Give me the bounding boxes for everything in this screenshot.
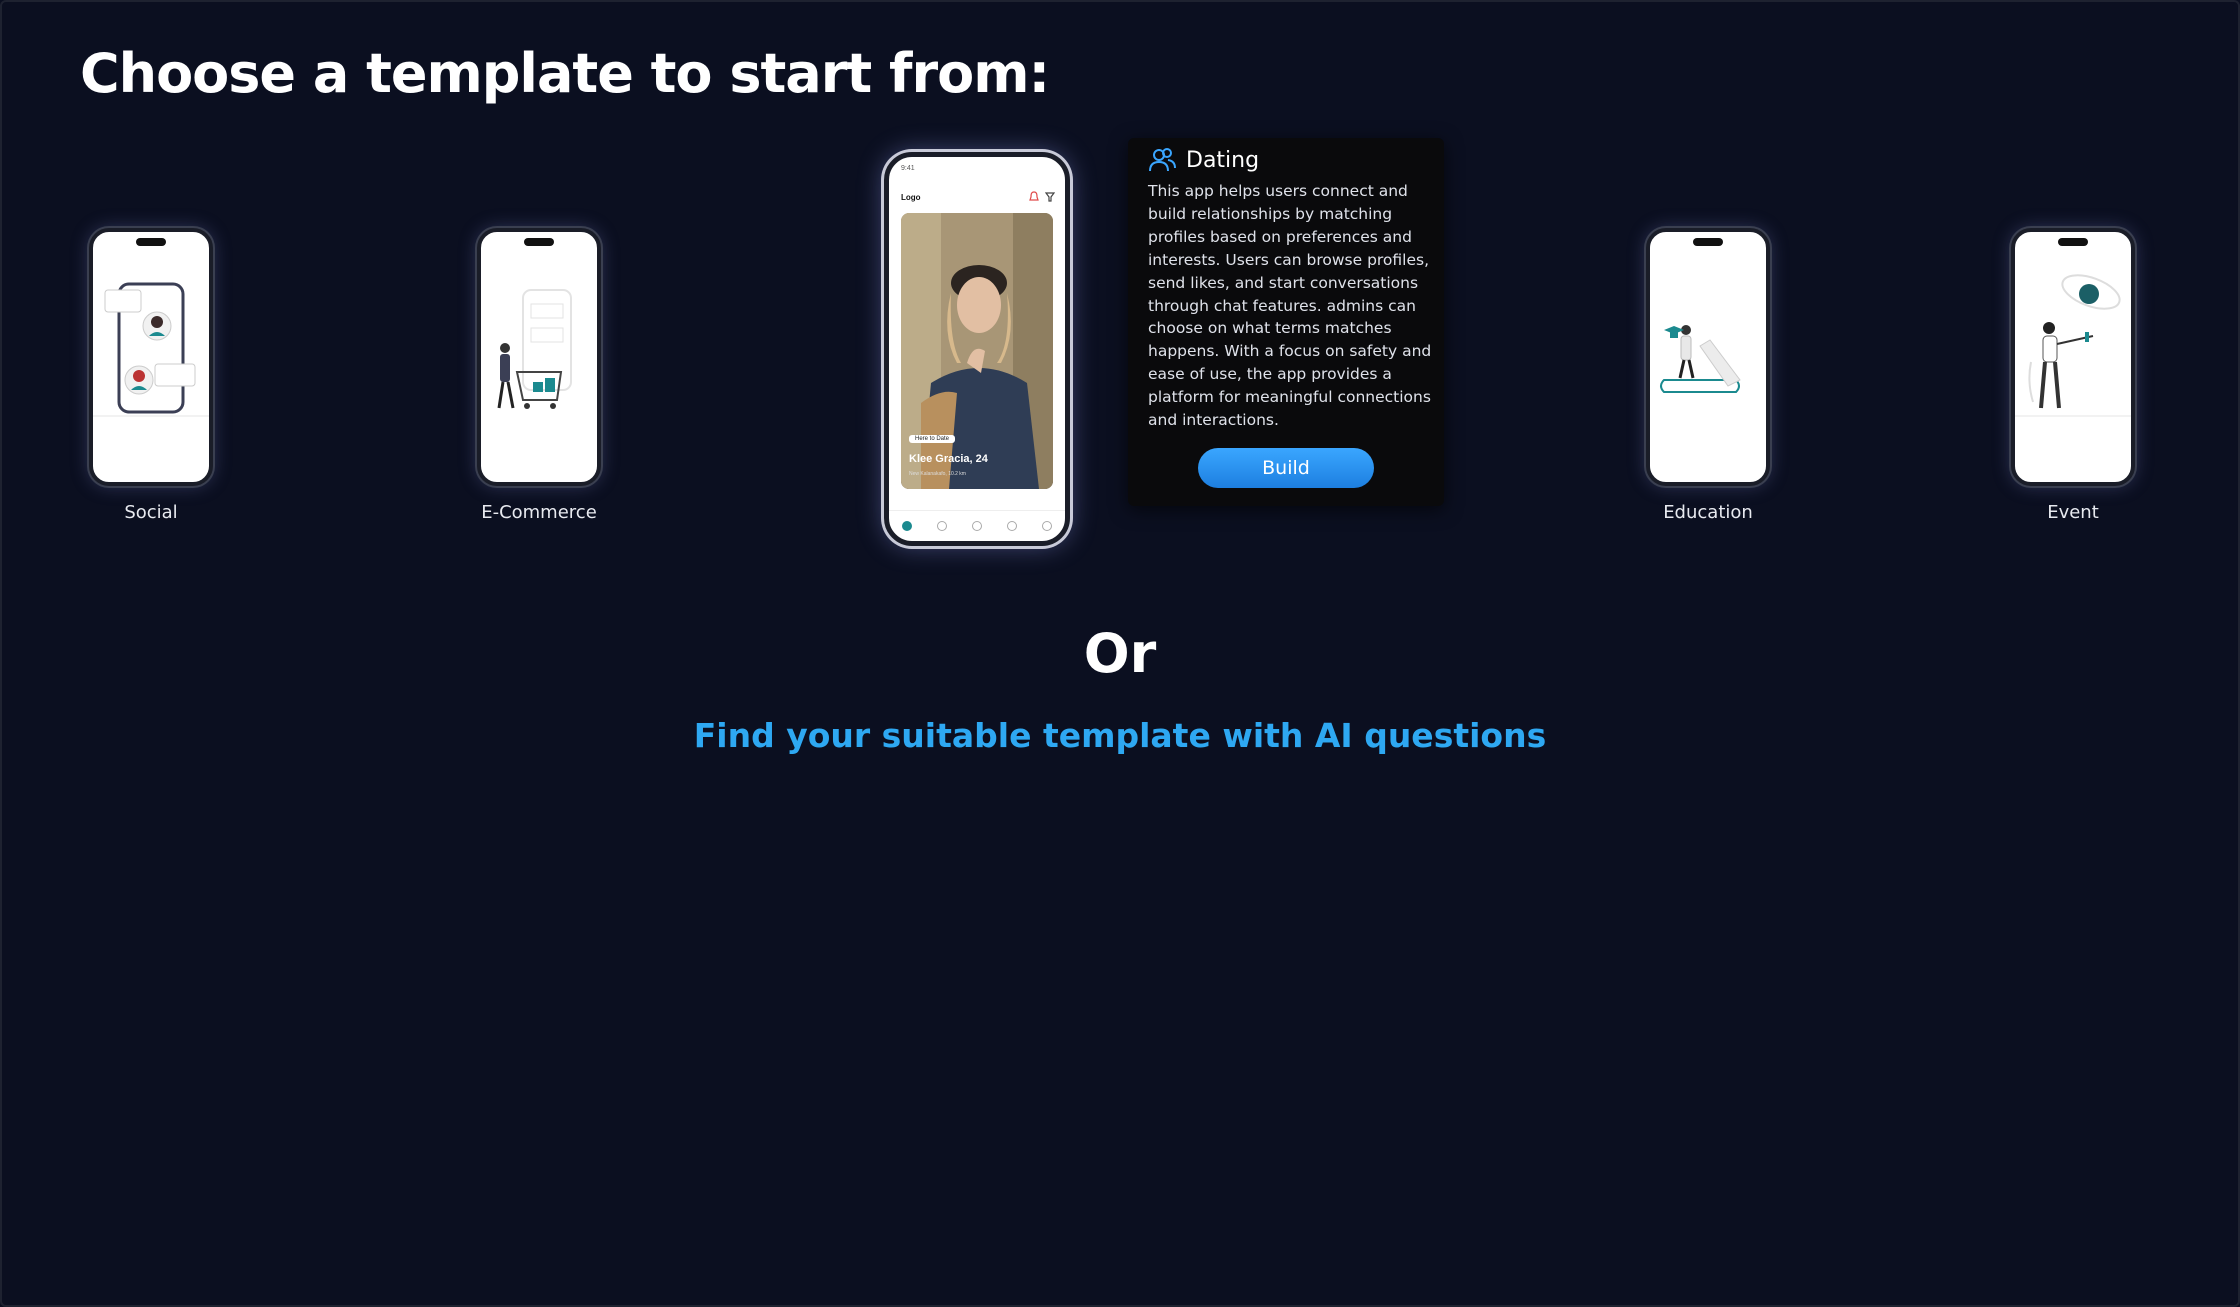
card-header: Dating: [1148, 146, 1259, 174]
profile-icon[interactable]: [1042, 521, 1053, 531]
social-illustration-icon: [93, 282, 209, 417]
status-time: 9:41: [901, 165, 915, 172]
ecommerce-illustration-icon: [497, 289, 572, 409]
users-icon: [1149, 148, 1176, 172]
home-icon[interactable]: [901, 521, 912, 531]
bell-icon: [1029, 191, 1039, 201]
chat-icon[interactable]: [1007, 521, 1018, 531]
app-logo: Logo: [901, 193, 921, 202]
template-card-ecommerce[interactable]: E-Commerce: [474, 228, 604, 523]
education-illustration-icon: [1660, 325, 1741, 393]
phone-mockup: [477, 228, 601, 486]
profile-photo: [901, 213, 1053, 489]
filter-icon: [1045, 192, 1055, 202]
profile-name: Klee Gracia, 24: [909, 453, 988, 465]
profile-location: New Kalanakafo, 10.2 km: [909, 471, 966, 477]
ai-questions-link[interactable]: Find your suitable template with AI ques…: [0, 716, 2240, 755]
featured-template-preview[interactable]: 9:41 Logo Here to Date Klee Gracia, 24 N…: [884, 152, 1070, 546]
template-details-card: Dating This app helps users connect and …: [1128, 138, 1444, 506]
page-title: Choose a template to start from:: [80, 42, 1050, 105]
bottom-nav: [889, 510, 1065, 541]
event-illustration-icon: [2015, 274, 2131, 417]
template-label: Social: [124, 502, 178, 523]
build-button[interactable]: Build: [1198, 448, 1374, 488]
phone-mockup: [89, 228, 213, 486]
card-title: Dating: [1186, 147, 1260, 173]
template-label: Event: [2047, 502, 2099, 523]
template-card-education[interactable]: Education: [1643, 228, 1773, 523]
template-label: E-Commerce: [481, 502, 597, 523]
status-chip: Here to Date: [909, 435, 956, 443]
portrait-image: [901, 213, 1053, 489]
template-card-social[interactable]: Social: [86, 228, 216, 523]
explore-icon[interactable]: [936, 521, 947, 531]
phone-mockup: [1646, 228, 1770, 486]
heart-icon[interactable]: [971, 521, 982, 531]
template-label: Education: [1663, 502, 1753, 523]
or-divider: Or: [1083, 622, 1157, 685]
card-description: This app helps users connect and build r…: [1148, 182, 1432, 430]
template-card-event[interactable]: Event: [2008, 228, 2138, 523]
phone-mockup: [2011, 228, 2135, 486]
